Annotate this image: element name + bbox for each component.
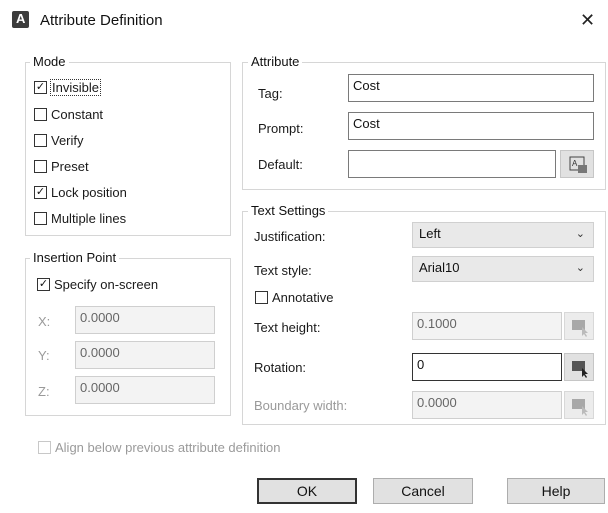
mode-invisible-label: Invisible [50,79,101,96]
app-icon: A [12,11,29,28]
mode-multiple-lines-checkbox[interactable]: Multiple lines [34,211,126,226]
boundary-width-input[interactable]: 0.0000 [412,391,562,419]
mode-multiple-lines-label: Multiple lines [51,211,127,226]
close-icon[interactable]: ✕ [580,10,595,31]
annotative-checkbox[interactable]: Annotative [255,290,333,305]
pick-point-icon [572,399,588,416]
check-icon: ✓ [34,186,47,199]
y-label: Y: [38,348,50,363]
app-icon-letter: A [16,11,26,26]
text-height-input[interactable]: 0.1000 [412,312,562,340]
text-height-label: Text height: [254,320,321,335]
align-below-checkbox[interactable]: Align below previous attribute definitio… [38,440,280,455]
rotation-input[interactable]: 0 [412,353,562,381]
rotation-pick-button[interactable] [564,353,594,381]
x-input[interactable]: 0.0000 [75,306,215,334]
mode-preset-checkbox[interactable]: Preset [34,159,89,174]
text-style-select[interactable]: Arial10 ⌄ [412,256,594,282]
z-input[interactable]: 0.0000 [75,376,215,404]
checkbox-box [34,134,47,147]
rotation-label: Rotation: [254,360,307,375]
window-title: Attribute Definition [40,12,163,29]
tag-label: Tag: [258,86,283,101]
cancel-button[interactable]: Cancel [373,478,473,504]
mode-verify-checkbox[interactable]: Verify [34,133,84,148]
annotative-label: Annotative [272,290,334,305]
checkbox-box [34,212,47,225]
mode-invisible-checkbox[interactable]: ✓ Invisible [34,79,101,96]
mode-lock-position-label: Lock position [51,185,127,200]
text-settings-legend: Text Settings [248,203,329,218]
justification-label: Justification: [254,229,326,244]
pick-point-icon [572,320,588,337]
z-label: Z: [38,384,50,399]
prompt-label: Prompt: [258,121,304,136]
boundary-width-pick-button[interactable] [564,391,594,419]
chevron-down-icon: ⌄ [575,228,585,240]
help-button[interactable]: Help [507,478,605,504]
justification-select[interactable]: Left ⌄ [412,222,594,248]
default-label: Default: [258,157,303,172]
mode-legend: Mode [30,54,69,69]
pick-point-icon [572,361,588,378]
mode-constant-label: Constant [51,107,104,122]
x-label: X: [38,314,51,329]
mode-constant-checkbox[interactable]: Constant [34,107,103,122]
svg-text:A: A [572,159,578,168]
chevron-down-icon: ⌄ [575,262,585,274]
checkbox-box [38,441,51,454]
insertion-point-legend: Insertion Point [30,250,120,265]
y-input[interactable]: 0.0000 [75,341,215,369]
default-input[interactable] [348,150,556,178]
check-icon: ✓ [34,81,47,94]
attribute-legend: Attribute [248,54,303,69]
mode-verify-label: Verify [51,133,84,148]
insert-field-button[interactable]: A [560,150,594,178]
checkbox-box [255,291,268,304]
check-icon: ✓ [37,278,50,291]
tag-input[interactable]: Cost [348,74,594,102]
specify-on-screen-checkbox[interactable]: ✓ Specify on-screen [37,277,158,292]
text-style-label: Text style: [254,263,312,278]
text-height-pick-button[interactable] [564,312,594,340]
insert-field-icon: A [569,156,587,173]
align-below-label: Align below previous attribute definitio… [55,440,281,455]
boundary-width-label: Boundary width: [254,398,348,413]
checkbox-box [34,160,47,173]
specify-on-screen-label: Specify on-screen [54,277,159,292]
text-style-value: Arial10 [419,260,460,275]
ok-button[interactable]: OK [257,478,357,504]
justification-value: Left [419,226,441,241]
mode-preset-label: Preset [51,159,89,174]
checkbox-box [34,108,47,121]
mode-lock-position-checkbox[interactable]: ✓ Lock position [34,185,127,200]
prompt-input[interactable]: Cost [348,112,594,140]
